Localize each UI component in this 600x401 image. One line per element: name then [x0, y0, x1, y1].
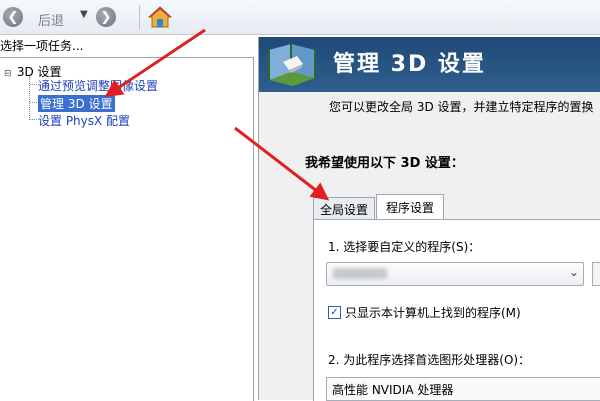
- tab-program-settings[interactable]: 程序设置: [376, 194, 444, 220]
- back-arrow-icon[interactable]: ❮: [3, 7, 23, 27]
- content-pane: 管理 3D 设置 您可以更改全局 3D 设置，并建立特定程序的置换 我希望使用以…: [258, 37, 600, 401]
- tree-item-manage-3d-settings[interactable]: 管理 3D 设置: [30, 95, 115, 112]
- chevron-down-icon[interactable]: ⌄: [569, 265, 579, 279]
- tree-item-physx-config[interactable]: 设置 PhysX 配置: [29, 112, 130, 129]
- program-select-label: 1. 选择要自定义的程序(S)：: [328, 240, 481, 254]
- page-banner: 管理 3D 设置: [259, 37, 600, 92]
- tree-connector-lines: [29, 76, 38, 120]
- gpu-select-label: 2. 为此程序选择首选图形处理器(O)：: [328, 353, 531, 367]
- back-label[interactable]: 后退: [38, 10, 64, 29]
- chevron-down-icon[interactable]: ▼: [80, 9, 88, 20]
- home-icon[interactable]: [148, 5, 172, 29]
- blurred-program-name: [333, 268, 387, 279]
- task-tree: ⊟ 3D 设置 通过预览调整图像设置 管理 3D 设置 设置 PhysX 配置: [0, 57, 254, 401]
- program-select[interactable]: ⌄: [326, 262, 584, 286]
- checkbox-label[interactable]: 只显示本计算机上找到的程序(M): [345, 304, 521, 321]
- tree-item-adjust-image-preview[interactable]: 通过预览调整图像设置: [29, 77, 158, 94]
- forward-arrow-icon[interactable]: ❯: [96, 7, 116, 27]
- toolbar: ❮ 后退 ▼ ❯: [0, 0, 600, 35]
- gpu-select-value: 高性能 NVIDIA 处理器: [332, 382, 454, 397]
- show-found-programs-option[interactable]: ✓ 只显示本计算机上找到的程序(M): [328, 304, 521, 321]
- page-description: 您可以更改全局 3D 设置，并建立特定程序的置换: [329, 100, 594, 114]
- tab-global-settings[interactable]: 全局设置: [313, 197, 375, 220]
- show-found-programs-checkbox[interactable]: ✓: [328, 306, 341, 319]
- section-label: 我希望使用以下 3D 设置：: [305, 156, 464, 171]
- collapse-toggle-icon[interactable]: ⊟: [4, 69, 13, 79]
- gpu-select[interactable]: 高性能 NVIDIA 处理器: [326, 377, 600, 401]
- program-settings-panel: 1. 选择要自定义的程序(S)： ⌄ ✓ 只显示本计算机上找到的程序(M) 2.…: [313, 219, 600, 401]
- toolbar-divider: [139, 5, 140, 29]
- task-list-header: 选择一项任务...: [0, 39, 84, 53]
- add-program-button[interactable]: [592, 262, 600, 286]
- 3d-settings-icon: [268, 44, 316, 86]
- page-title: 管理 3D 设置: [333, 52, 486, 77]
